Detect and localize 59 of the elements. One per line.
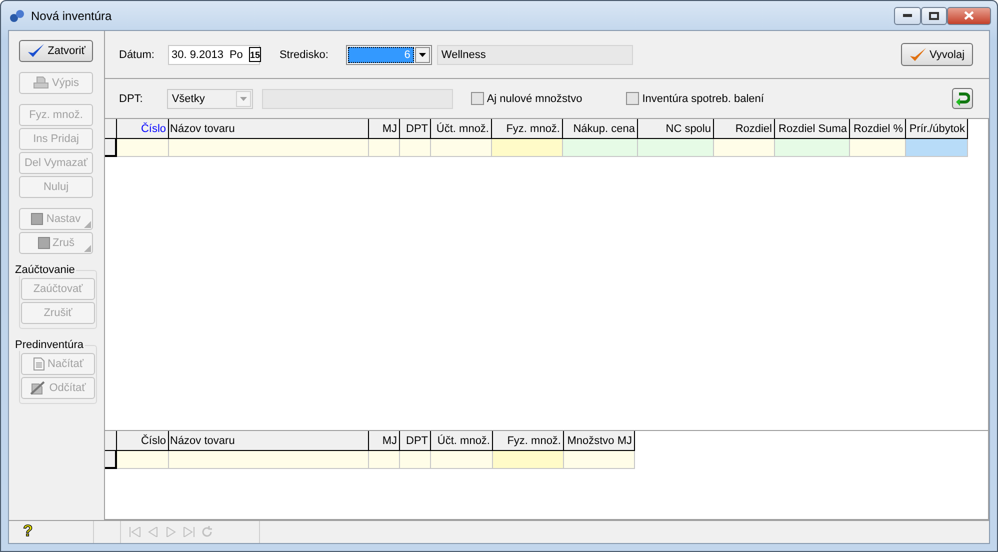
next-record-icon[interactable] [165,527,177,537]
close-button[interactable] [947,6,991,24]
maximize-icon [929,12,939,20]
column-header[interactable]: MJ [369,119,400,139]
column-header[interactable]: MJ [369,431,400,451]
return-arrow-button[interactable] [952,88,973,109]
row-indicator [105,451,117,469]
app-icon [9,8,25,22]
check-icon [909,46,928,62]
document-edit-icon [30,381,46,395]
last-record-icon[interactable] [183,527,195,537]
first-record-icon[interactable] [129,527,141,537]
column-header[interactable]: Nákup. cena [563,119,638,139]
column-header[interactable]: Číslo [117,119,169,139]
weekday-text: Po [229,48,243,60]
column-header[interactable]: Rozdiel Suma [775,119,850,139]
maximize-button[interactable] [921,6,947,24]
printer-icon [33,76,50,90]
header-corner [105,119,117,139]
group-title: Zaúčtovanie [14,264,76,276]
column-header[interactable]: Účt. množ. [431,119,492,139]
column-header[interactable]: Názov tovaru [169,431,369,451]
date-field[interactable]: 30. 9.2013 Po 15 [168,44,260,64]
date-label: Dátum: [119,48,154,60]
dropdown-arrow-icon [240,96,247,100]
column-header[interactable]: Množstvo MJ [564,431,635,451]
column-header[interactable]: Účt. množ. [431,431,493,451]
column-header[interactable]: Prír./úbytok [906,119,968,139]
column-header[interactable]: Rozdiel [714,119,775,139]
minimize-icon [903,14,912,18]
column-header[interactable]: Fyz. množ. [493,431,564,451]
column-header[interactable]: DPT [400,119,431,139]
center-label: Stredisko: [279,48,328,60]
column-header[interactable]: DPT [400,431,431,451]
column-header[interactable]: Rozdiel % [850,119,906,139]
column-header[interactable]: Názov tovaru [169,119,369,139]
refresh-icon[interactable] [201,526,213,538]
square-icon [38,237,50,249]
document-icon [32,357,45,371]
checkbox[interactable]: Aj nulové množstvo [470,92,582,105]
window-title: Nová inventúra [31,8,113,22]
center-name-field: Wellness [437,44,634,64]
square-icon [31,213,44,225]
previous-record-icon[interactable] [147,527,159,537]
close-icon [964,11,974,20]
sidebar-button[interactable]: Zatvoriť [19,40,93,62]
minimize-button[interactable] [894,6,921,24]
calendar-button[interactable]: 15 [248,47,261,62]
check-icon [26,43,45,59]
column-header[interactable]: NC spolu [638,119,714,139]
row-indicator [105,139,117,157]
dpt-label: DPT: [119,92,143,104]
column-header[interactable]: Fyz. množ. [492,119,563,139]
dropdown-arrow-icon [419,52,426,56]
run-button[interactable]: Vyvolaj [901,43,973,66]
column-header[interactable]: Číslo [117,431,169,451]
header-corner [105,431,117,451]
checkbox[interactable]: Inventúra spotreb. balení [626,92,764,105]
group-title: Predinventúra [14,339,84,351]
